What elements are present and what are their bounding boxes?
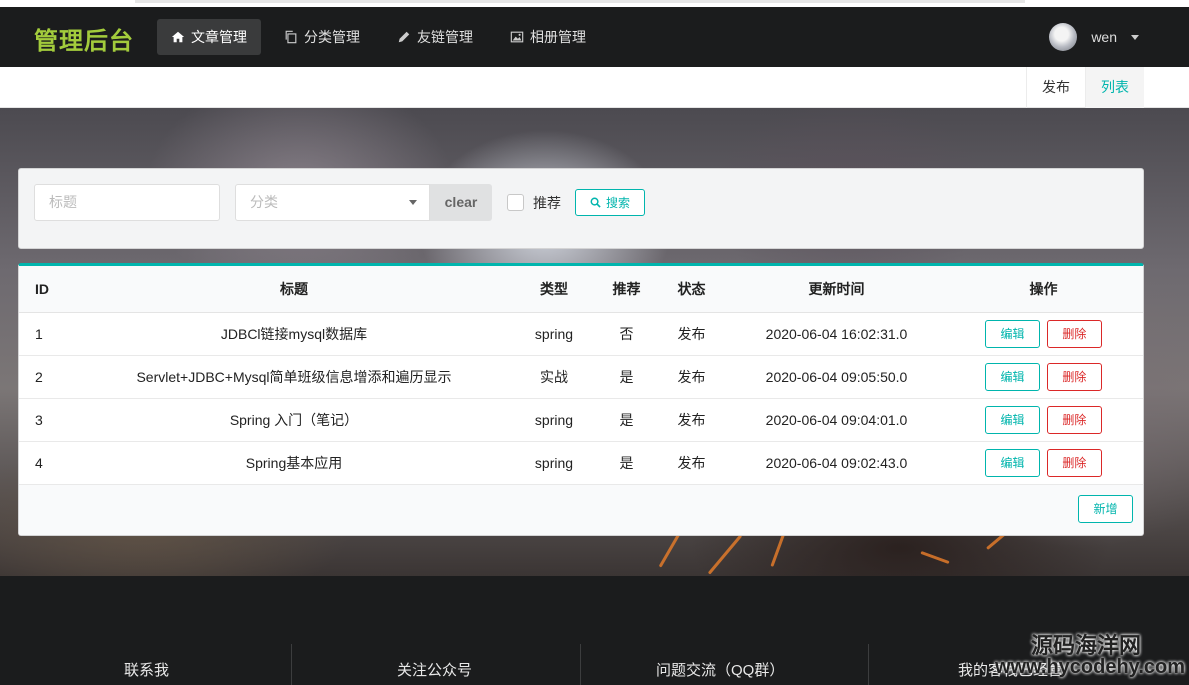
nav-album-management[interactable]: 相册管理 bbox=[496, 19, 600, 55]
cell-id: 2 bbox=[19, 355, 79, 399]
header-id: ID bbox=[19, 266, 79, 313]
decorative-streak bbox=[770, 532, 786, 567]
cell-updated: 2020-06-04 16:02:31.0 bbox=[729, 312, 944, 356]
cell-status: 发布 bbox=[654, 355, 729, 399]
cell-ops: 编辑 删除 bbox=[944, 398, 1143, 442]
browser-top-strip bbox=[0, 0, 1189, 7]
nav-label: 分类管理 bbox=[304, 29, 360, 45]
cell-recommend: 是 bbox=[599, 355, 654, 399]
footer-divider bbox=[291, 644, 292, 685]
cell-ops: 编辑 删除 bbox=[944, 355, 1143, 399]
cell-type: 实战 bbox=[509, 355, 599, 399]
nav-label: 相册管理 bbox=[530, 29, 586, 45]
user-name: wen bbox=[1091, 29, 1117, 45]
chevron-down-icon bbox=[1131, 34, 1139, 40]
cell-updated: 2020-06-04 09:05:50.0 bbox=[729, 355, 944, 399]
cell-title: JDBCl链接mysql数据库 bbox=[79, 312, 509, 356]
header-ops: 操作 bbox=[944, 266, 1143, 313]
pencil-icon bbox=[398, 31, 410, 43]
recommend-label: 推荐 bbox=[533, 195, 561, 211]
header-updated: 更新时间 bbox=[729, 266, 944, 313]
site-logo: 管理后台 bbox=[34, 27, 134, 55]
tab-publish[interactable]: 发布 bbox=[1026, 67, 1085, 108]
cell-recommend: 否 bbox=[599, 312, 654, 356]
table-footer: 新增 bbox=[19, 485, 1143, 535]
watermark-url: www.hycodehy.com bbox=[994, 656, 1185, 678]
clear-button[interactable]: clear bbox=[430, 184, 492, 221]
chevron-down-icon bbox=[409, 200, 417, 205]
cell-ops: 编辑 删除 bbox=[944, 441, 1143, 485]
cell-id: 3 bbox=[19, 398, 79, 442]
edit-button[interactable]: 编辑 bbox=[985, 319, 1041, 348]
article-table: ID 标题 类型 推荐 状态 更新时间 操作 1 JDBCl链接mysql数据库… bbox=[19, 266, 1143, 485]
header-title: 标题 bbox=[79, 266, 509, 313]
category-dropdown[interactable]: 分类 bbox=[235, 184, 430, 221]
delete-button[interactable]: 删除 bbox=[1046, 362, 1102, 391]
cell-updated: 2020-06-04 09:02:43.0 bbox=[729, 441, 944, 485]
delete-button[interactable]: 删除 bbox=[1046, 319, 1102, 348]
image-icon bbox=[510, 31, 524, 43]
title-input[interactable]: 标题 bbox=[34, 184, 220, 221]
footer-qq-group: 问题交流（QQ群） bbox=[656, 662, 785, 679]
cell-type: spring bbox=[509, 312, 599, 356]
search-panel: 标题 分类 clear 推荐 搜索 bbox=[18, 168, 1144, 249]
table-row: 4 Spring基本应用 spring 是 发布 2020-06-04 09:0… bbox=[19, 441, 1143, 485]
decorative-streak bbox=[658, 531, 682, 568]
cell-id: 1 bbox=[19, 312, 79, 356]
cell-title: Servlet+JDBC+Mysql简单班级信息增添和遍历显示 bbox=[79, 355, 509, 399]
scroll-indicator bbox=[135, 0, 1025, 3]
add-article-button[interactable]: 新增 bbox=[1078, 495, 1133, 523]
header-status: 状态 bbox=[654, 266, 729, 313]
search-label: 搜索 bbox=[605, 196, 630, 210]
top-header: 管理后台 文章管理 分类管理 友链管理 相册管理 wen bbox=[0, 7, 1189, 67]
nav-category-management[interactable]: 分类管理 bbox=[270, 19, 374, 55]
edit-button[interactable]: 编辑 bbox=[985, 405, 1041, 434]
cell-type: spring bbox=[509, 398, 599, 442]
search-button[interactable]: 搜索 bbox=[575, 189, 645, 216]
header-type: 类型 bbox=[509, 266, 599, 313]
table-header-row: ID 标题 类型 推荐 状态 更新时间 操作 bbox=[19, 266, 1143, 313]
decorative-streak bbox=[707, 534, 743, 575]
delete-button[interactable]: 删除 bbox=[1046, 405, 1102, 434]
tab-list[interactable]: 列表 bbox=[1085, 67, 1144, 108]
user-menu[interactable]: wen bbox=[1049, 23, 1139, 51]
table-row: 1 JDBCl链接mysql数据库 spring 否 发布 2020-06-04… bbox=[19, 312, 1143, 356]
recommend-checkbox[interactable] bbox=[507, 194, 524, 211]
cell-id: 4 bbox=[19, 441, 79, 485]
delete-button[interactable]: 删除 bbox=[1046, 448, 1102, 477]
table-row: 3 Spring 入门（笔记） spring 是 发布 2020-06-04 0… bbox=[19, 398, 1143, 442]
cell-status: 发布 bbox=[654, 441, 729, 485]
table-row: 2 Servlet+JDBC+Mysql简单班级信息增添和遍历显示 实战 是 发… bbox=[19, 355, 1143, 399]
nav-link-management[interactable]: 友链管理 bbox=[383, 19, 487, 55]
home-icon bbox=[171, 31, 185, 43]
edit-button[interactable]: 编辑 bbox=[985, 448, 1041, 477]
cell-title: Spring基本应用 bbox=[79, 441, 509, 485]
footer-divider bbox=[580, 644, 581, 685]
footer-contact: 联系我 bbox=[124, 662, 170, 679]
nav-label: 文章管理 bbox=[191, 29, 247, 45]
search-icon bbox=[590, 197, 601, 208]
cell-recommend: 是 bbox=[599, 398, 654, 442]
cell-ops: 编辑 删除 bbox=[944, 312, 1143, 356]
nav-article-management[interactable]: 文章管理 bbox=[157, 19, 261, 55]
decorative-streak bbox=[920, 550, 950, 565]
nav-label: 友链管理 bbox=[417, 29, 473, 45]
cell-status: 发布 bbox=[654, 312, 729, 356]
cell-type: spring bbox=[509, 441, 599, 485]
category-placeholder: 分类 bbox=[250, 194, 278, 210]
avatar[interactable] bbox=[1049, 23, 1078, 51]
cell-updated: 2020-06-04 09:04:01.0 bbox=[729, 398, 944, 442]
article-table-panel: ID 标题 类型 推荐 状态 更新时间 操作 1 JDBCl链接mysql数据库… bbox=[18, 263, 1144, 536]
footer-wechat: 关注公众号 bbox=[397, 662, 473, 679]
copy-icon bbox=[285, 30, 297, 44]
header-recommend: 推荐 bbox=[599, 266, 654, 313]
edit-button[interactable]: 编辑 bbox=[985, 362, 1041, 391]
cell-status: 发布 bbox=[654, 398, 729, 442]
cell-recommend: 是 bbox=[599, 441, 654, 485]
footer-divider bbox=[868, 644, 869, 685]
cell-title: Spring 入门（笔记） bbox=[79, 398, 509, 442]
sub-menu: 发布 列表 bbox=[0, 67, 1189, 108]
watermark: 源码海洋网 www.hycodehy.com bbox=[995, 628, 1185, 679]
